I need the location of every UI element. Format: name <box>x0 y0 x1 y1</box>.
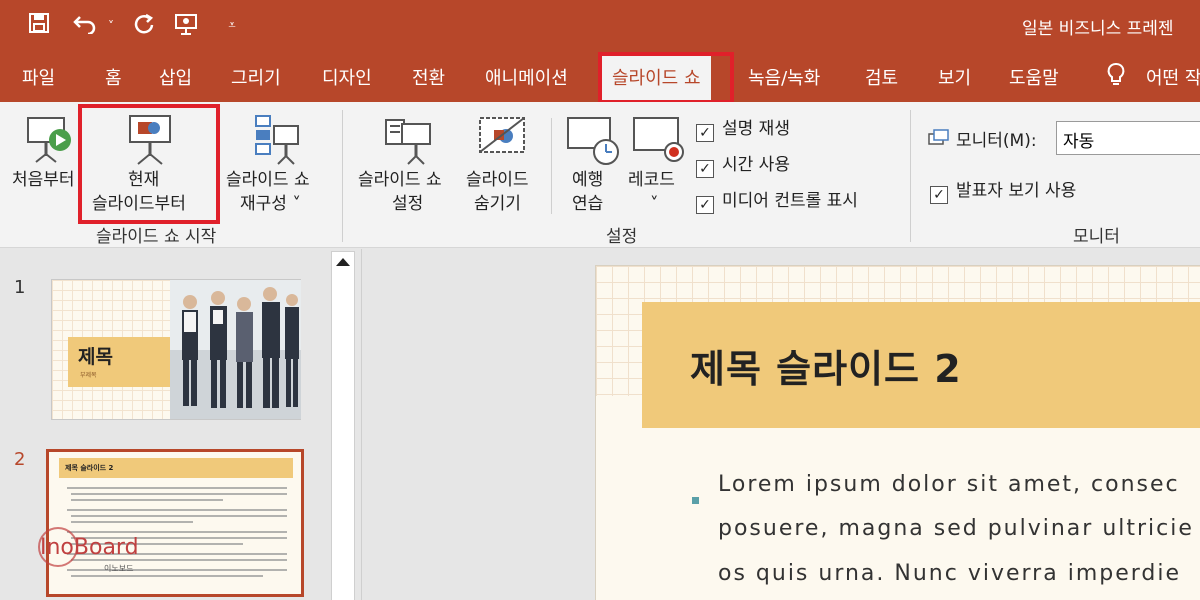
checkmark-icon: ✓ <box>696 196 714 214</box>
record-button[interactable]: 레코드 ˅ <box>624 108 690 218</box>
present-icon[interactable] <box>172 12 202 40</box>
current-slide[interactable]: 제목 슬라이드 2 Lorem ipsum dolor sit amet, co… <box>595 265 1200 600</box>
custom-slideshow-label-line2: 재구성 ˅ <box>240 194 301 214</box>
group-label-start: 슬라이드 쇼 시작 <box>96 227 217 247</box>
monitor-label: 모니터(M): <box>956 131 1037 151</box>
group-separator <box>342 110 343 242</box>
from-beginning-icon <box>27 117 71 163</box>
group-label-monitor: 모니터 <box>1073 227 1120 247</box>
slide-body-line-2[interactable]: posuere, magna sed pulvinar ultricie <box>718 516 1194 541</box>
checkmark-icon: ✓ <box>696 124 714 142</box>
custom-slideshow-button[interactable]: 슬라이드 쇼 재구성 ˅ <box>222 108 332 218</box>
checkmark-icon: ✓ <box>696 160 714 178</box>
thumb2-title: 제목 슬라이드 2 <box>65 464 114 472</box>
play-narrations-label: 설명 재생 <box>722 119 790 139</box>
document-title: 일본 비즈니스 프레젠 <box>1022 19 1174 39</box>
tab-recording[interactable]: 녹음/녹화 <box>748 64 820 90</box>
tab-help[interactable]: 도움말 <box>1009 64 1059 90</box>
ribbon: 처음부터 현재 슬라이드부터 슬라이드 쇼 재구성 ˅ 슬라이드 쇼 시작 슬라… <box>0 102 1200 248</box>
hide-slide-icon <box>479 117 525 153</box>
rehearse-timings-button[interactable]: 예행 연습 <box>560 108 622 218</box>
hide-slide-label-line1: 슬라이드 <box>466 170 529 190</box>
thumb2-body-text <box>67 487 287 577</box>
slide-editor: 제목 슬라이드 2 Lorem ipsum dolor sit amet, co… <box>363 249 1200 600</box>
monitor-select[interactable]: 자동 <box>1056 121 1200 155</box>
title-bar: ˅ ⩡ 일본 비즈니스 프레젠 <box>0 0 1200 52</box>
setup-slideshow-button[interactable]: 슬라이드 쇼 설정 <box>356 108 460 218</box>
tab-review[interactable]: 검토 <box>865 64 898 90</box>
slide-title[interactable]: 제목 슬라이드 2 <box>690 338 962 393</box>
from-beginning-label: 처음부터 <box>12 170 75 190</box>
group-separator <box>910 110 911 242</box>
setup-slideshow-icon <box>385 119 431 165</box>
slide-thumbnail-1[interactable]: 제목 부제목 <box>51 279 301 420</box>
group-label-setup: 설정 <box>606 227 638 247</box>
custom-slideshow-label-line1: 슬라이드 쇼 <box>226 170 310 190</box>
group-separator-inner <box>551 118 552 214</box>
slide-body-line-3[interactable]: os quis urna. Nunc viverra imperdie <box>718 561 1181 586</box>
use-timings-label: 시간 사용 <box>722 155 790 175</box>
watermark-sub: 이노보드 <box>104 564 134 573</box>
from-beginning-button[interactable]: 처음부터 <box>8 108 84 218</box>
watermark-ring-icon <box>38 527 78 567</box>
record-label: 레코드 <box>628 170 675 190</box>
use-timings-checkbox[interactable]: ✓ 시간 사용 <box>696 150 790 178</box>
slide-body-line-1[interactable]: Lorem ipsum dolor sit amet, consec <box>718 472 1180 497</box>
tab-file[interactable]: 파일 <box>22 64 55 90</box>
rehearse-label-line2: 연습 <box>572 194 604 214</box>
rehearse-label-line1: 예행 <box>572 170 604 190</box>
tab-insert[interactable]: 삽입 <box>159 64 192 90</box>
stopwatch-icon <box>567 117 619 165</box>
tab-design[interactable]: 디자인 <box>322 64 372 90</box>
thumbnail-scrollbar[interactable] <box>331 251 355 600</box>
button-highlight-box <box>78 104 220 224</box>
play-narrations-checkbox[interactable]: ✓ 설명 재생 <box>696 114 790 142</box>
checkmark-icon: ✓ <box>930 186 948 204</box>
tab-animations[interactable]: 애니메이션 <box>485 64 568 90</box>
tab-home[interactable]: 홈 <box>105 64 122 90</box>
scroll-up-icon[interactable] <box>336 258 350 266</box>
inoboard-watermark: InoBoard 이노보드 <box>38 527 139 573</box>
tell-me-search[interactable]: 어떤 작 <box>1146 64 1200 90</box>
slide-number-1: 1 <box>14 277 26 298</box>
record-icon <box>633 117 684 162</box>
record-dropdown-icon[interactable]: ˅ <box>650 192 659 217</box>
hide-slide-button[interactable]: 슬라이드 숨기기 <box>462 108 544 218</box>
tab-transitions[interactable]: 전환 <box>412 64 445 90</box>
undo-icon[interactable] <box>70 12 100 40</box>
tab-draw[interactable]: 그리기 <box>231 64 281 90</box>
customize-qat-icon[interactable]: ⩡ <box>222 12 242 40</box>
thumb1-subtitle: 부제목 <box>80 372 97 379</box>
hide-slide-label-line2: 숨기기 <box>474 194 521 214</box>
tab-view[interactable]: 보기 <box>938 64 971 90</box>
slide-thumbnail-2[interactable]: 제목 슬라이드 2 <box>46 449 304 597</box>
thumb1-title: 제목 <box>78 346 113 368</box>
save-icon[interactable] <box>26 12 52 40</box>
show-media-controls-checkbox[interactable]: ✓ 미디어 컨트롤 표시 <box>696 186 858 214</box>
redo-icon[interactable] <box>130 12 158 40</box>
presenter-view-label: 발표자 보기 사용 <box>956 181 1077 201</box>
tab-highlight-box <box>598 52 734 104</box>
lightbulb-icon[interactable] <box>1106 62 1126 93</box>
setup-label-line2: 설정 <box>392 194 424 214</box>
setup-label-line1: 슬라이드 쇼 <box>358 170 442 190</box>
slide-number-2: 2 <box>14 449 26 470</box>
presenter-view-checkbox[interactable]: ✓ 발표자 보기 사용 <box>930 176 1076 204</box>
monitor-icon <box>928 129 949 145</box>
monitor-selector-label: 모니터(M): <box>928 126 1037 151</box>
show-media-controls-label: 미디어 컨트롤 표시 <box>722 191 858 211</box>
bullet-icon <box>692 497 699 504</box>
custom-slideshow-icon <box>255 115 299 165</box>
business-people-image <box>170 280 301 419</box>
undo-dropdown-icon[interactable]: ˅ <box>104 12 118 40</box>
